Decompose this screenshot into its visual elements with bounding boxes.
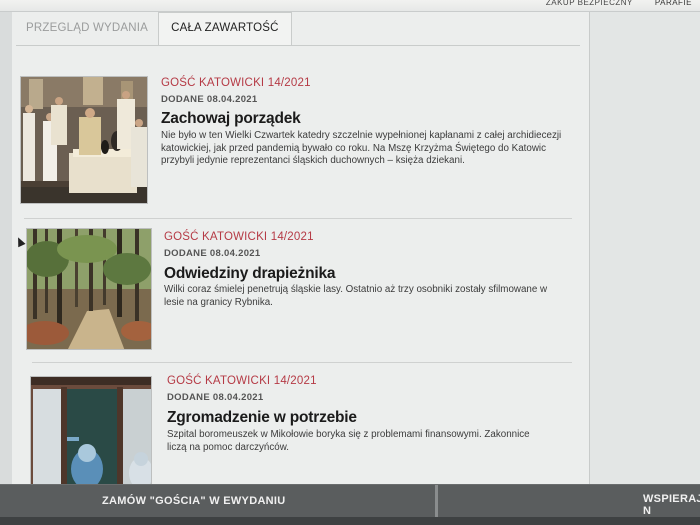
bottom-bar-edge [0, 517, 700, 525]
article-title[interactable]: Zgromadzenie w potrzebie [167, 409, 357, 427]
top-strip: ZAKUP BEZPIECZNY PARAFIE [0, 0, 700, 12]
article-divider [24, 218, 572, 219]
cathedral-mass-image [21, 77, 147, 203]
article-date: DODANE 08.04.2021 [161, 94, 258, 105]
article-source[interactable]: GOŚĆ KATOWICKI 14/2021 [164, 231, 314, 243]
tab-bar: PRZEGLĄD WYDANIA CAŁA ZAWARTOŚĆ [16, 12, 292, 46]
article-thumbnail[interactable] [30, 376, 152, 487]
article-date: DODANE 08.04.2021 [164, 248, 261, 259]
support-button[interactable]: WSPIERAJ N [438, 485, 700, 517]
top-nav-item-parafie[interactable]: PARAFIE [655, 0, 692, 10]
article-date: DODANE 08.04.2021 [167, 392, 264, 403]
article-divider [32, 362, 572, 363]
top-nav-item-zakup[interactable]: ZAKUP BEZPIECZNY [546, 0, 633, 10]
tab-przeglad-wydania[interactable]: PRZEGLĄD WYDANIA [16, 12, 158, 46]
forest-wolf-image [27, 229, 151, 349]
article-source[interactable]: GOŚĆ KATOWICKI 14/2021 [161, 77, 311, 89]
order-ewydanie-button[interactable]: ZAMÓW "GOŚCIA" W EWYDANIU [0, 485, 435, 517]
article-source[interactable]: GOŚĆ KATOWICKI 14/2021 [167, 375, 317, 387]
right-sidebar [590, 12, 700, 487]
bottom-bar: ZAMÓW "GOŚCIA" W EWYDANIU WSPIERAJ N [0, 484, 700, 525]
article-thumbnail[interactable] [20, 76, 148, 204]
article-thumbnail[interactable] [26, 228, 152, 350]
article-lead: Wilki coraz śmielej penetrują śląskie la… [164, 284, 548, 308]
article-title[interactable]: Odwiedziny drapieżnika [164, 265, 336, 283]
article-lead: Nie było w ten Wielki Czwartek katedry s… [161, 130, 562, 166]
tab-cala-zawartosc[interactable]: CAŁA ZAWARTOŚĆ [158, 12, 292, 46]
tab-underline [16, 45, 580, 46]
main-content: PRZEGLĄD WYDANIA CAŁA ZAWARTOŚĆ GOŚĆ KAT… [12, 12, 590, 487]
article-lead: Szpital boromeuszek w Mikołowie boryka s… [167, 429, 530, 453]
hospital-nuns-image [31, 377, 151, 486]
article-title[interactable]: Zachowaj porządek [161, 110, 301, 128]
top-nav: ZAKUP BEZPIECZNY PARAFIE [546, 0, 700, 10]
